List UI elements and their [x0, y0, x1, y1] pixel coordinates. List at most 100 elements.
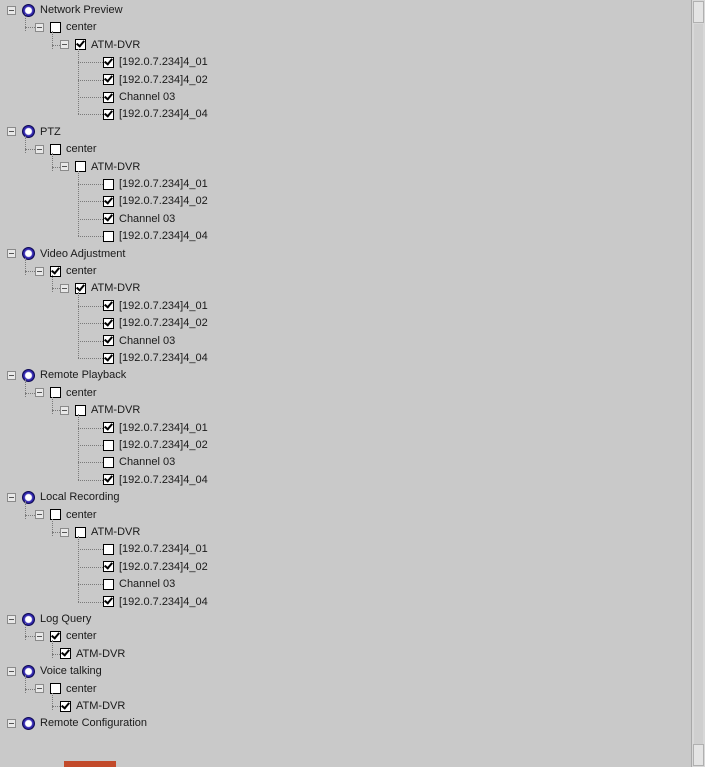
tree-node-center[interactable]: center — [35, 141, 97, 157]
tree-group[interactable]: PTZ — [7, 124, 61, 140]
tree-node-center[interactable]: center — [35, 628, 97, 644]
vertical-scrollbar[interactable] — [691, 0, 705, 767]
tree-connector-line — [78, 340, 103, 342]
checkbox[interactable] — [103, 230, 114, 242]
tree-node-channel[interactable]: [192.0.7.234]4_02 — [103, 72, 208, 88]
tree-node-channel[interactable]: Channel 03 — [103, 454, 175, 470]
tree-group[interactable]: Log Query — [7, 611, 91, 627]
checkbox[interactable] — [103, 108, 114, 120]
checkbox[interactable] — [103, 543, 114, 555]
collapse-minus-icon[interactable] — [60, 283, 69, 293]
tree-node-center[interactable]: center — [35, 681, 97, 697]
collapse-minus-icon[interactable] — [35, 631, 44, 641]
tree-node-channel[interactable]: Channel 03 — [103, 576, 175, 592]
checkbox[interactable] — [103, 578, 114, 590]
tree-node-channel[interactable]: [192.0.7.234]4_04 — [103, 472, 208, 488]
tree-node-dvr[interactable]: ATM-DVR — [60, 37, 140, 53]
checkbox[interactable] — [60, 700, 71, 712]
checkbox[interactable] — [75, 404, 86, 416]
tree-node-center[interactable]: center — [35, 385, 97, 401]
collapse-minus-icon[interactable] — [7, 666, 16, 676]
tree-node-channel[interactable]: [192.0.7.234]4_02 — [103, 193, 208, 209]
tree-node-channel[interactable]: [192.0.7.234]4_02 — [103, 315, 208, 331]
checkbox[interactable] — [103, 300, 114, 312]
tree-connector-line — [25, 257, 26, 275]
checkbox[interactable] — [103, 596, 114, 608]
tree-node-dvr[interactable]: ATM-DVR — [60, 646, 125, 662]
collapse-minus-icon[interactable] — [7, 492, 16, 502]
tree-node-dvr[interactable]: ATM-DVR — [60, 524, 140, 540]
tree-group[interactable]: Remote Configuration — [7, 715, 147, 731]
tree-connector-line — [25, 392, 35, 394]
checkbox[interactable] — [103, 213, 114, 225]
checkbox[interactable] — [103, 195, 114, 207]
checkbox[interactable] — [103, 74, 114, 86]
scroll-track[interactable] — [694, 24, 703, 744]
group-label: Local Recording — [40, 491, 120, 504]
tree-node-channel[interactable]: [192.0.7.234]4_02 — [103, 437, 208, 453]
channel-label: [192.0.7.234]4_04 — [119, 473, 208, 486]
tree-connector-line — [25, 271, 35, 272]
tree-node-center[interactable]: center — [35, 263, 97, 279]
collapse-minus-icon[interactable] — [60, 405, 69, 415]
collapse-minus-icon[interactable] — [7, 5, 16, 15]
collapse-minus-icon[interactable] — [7, 614, 16, 624]
tree-node-channel[interactable]: [192.0.7.234]4_01 — [103, 541, 208, 557]
checkbox[interactable] — [103, 439, 114, 451]
checkbox[interactable] — [103, 56, 114, 68]
checkbox[interactable] — [75, 161, 86, 173]
scroll-up-button[interactable] — [693, 1, 704, 23]
collapse-minus-icon[interactable] — [35, 684, 44, 694]
checkbox[interactable] — [103, 422, 114, 434]
tree-group[interactable]: Local Recording — [7, 489, 120, 505]
tree-node-channel[interactable]: Channel 03 — [103, 211, 175, 227]
checkbox[interactable] — [60, 648, 71, 660]
tree-node-dvr[interactable]: ATM-DVR — [60, 280, 140, 296]
tree-node-channel[interactable]: [192.0.7.234]4_04 — [103, 106, 208, 122]
tree-node-channel[interactable]: [192.0.7.234]4_04 — [103, 228, 208, 244]
tree-node-channel[interactable]: [192.0.7.234]4_04 — [103, 594, 208, 610]
checkbox[interactable] — [103, 561, 114, 573]
collapse-minus-icon[interactable] — [7, 370, 16, 380]
checkbox[interactable] — [75, 282, 86, 294]
tree-node-dvr[interactable]: ATM-DVR — [60, 698, 125, 714]
tree-node-center[interactable]: center — [35, 19, 97, 35]
tree-node-channel[interactable]: [192.0.7.234]4_02 — [103, 559, 208, 575]
checkbox[interactable] — [103, 456, 114, 468]
collapse-minus-icon[interactable] — [7, 718, 16, 728]
checkbox[interactable] — [103, 91, 114, 103]
checkbox[interactable] — [103, 474, 114, 486]
collapse-minus-icon[interactable] — [60, 162, 69, 172]
checkbox[interactable] — [75, 526, 86, 538]
permission-circle-icon — [22, 664, 35, 678]
tree-node-channel[interactable]: Channel 03 — [103, 333, 175, 349]
tree-node-channel[interactable]: [192.0.7.234]4_01 — [103, 298, 208, 314]
tree-node-channel[interactable]: [192.0.7.234]4_01 — [103, 176, 208, 192]
collapse-minus-icon[interactable] — [7, 127, 16, 137]
collapse-minus-icon[interactable] — [35, 266, 44, 276]
channel-label: Channel 03 — [119, 91, 176, 103]
collapse-minus-icon[interactable] — [35, 144, 44, 154]
collapse-minus-icon[interactable] — [60, 527, 69, 537]
tree-node-channel[interactable]: Channel 03 — [103, 89, 175, 105]
checkbox[interactable] — [75, 39, 86, 51]
checkbox[interactable] — [103, 178, 114, 190]
checkbox[interactable] — [103, 352, 114, 364]
tree-node-center[interactable]: center — [35, 507, 97, 523]
checkbox[interactable] — [103, 317, 114, 329]
center-label: center — [66, 682, 97, 695]
tree-node-channel[interactable]: [192.0.7.234]4_04 — [103, 350, 208, 366]
tree-group[interactable]: Voice talking — [7, 663, 102, 679]
collapse-minus-icon[interactable] — [35, 388, 44, 398]
collapse-minus-icon[interactable] — [35, 22, 44, 32]
checkbox[interactable] — [103, 335, 114, 347]
tree-node-dvr[interactable]: ATM-DVR — [60, 402, 140, 418]
scroll-down-button[interactable] — [693, 744, 704, 766]
tree-node-channel[interactable]: [192.0.7.234]4_01 — [103, 420, 208, 436]
collapse-minus-icon[interactable] — [35, 510, 44, 520]
collapse-minus-icon[interactable] — [60, 40, 69, 50]
dvr-label: ATM-DVR — [91, 282, 141, 295]
collapse-minus-icon[interactable] — [7, 249, 16, 259]
tree-node-dvr[interactable]: ATM-DVR — [60, 159, 140, 175]
tree-node-channel[interactable]: [192.0.7.234]4_01 — [103, 54, 208, 70]
